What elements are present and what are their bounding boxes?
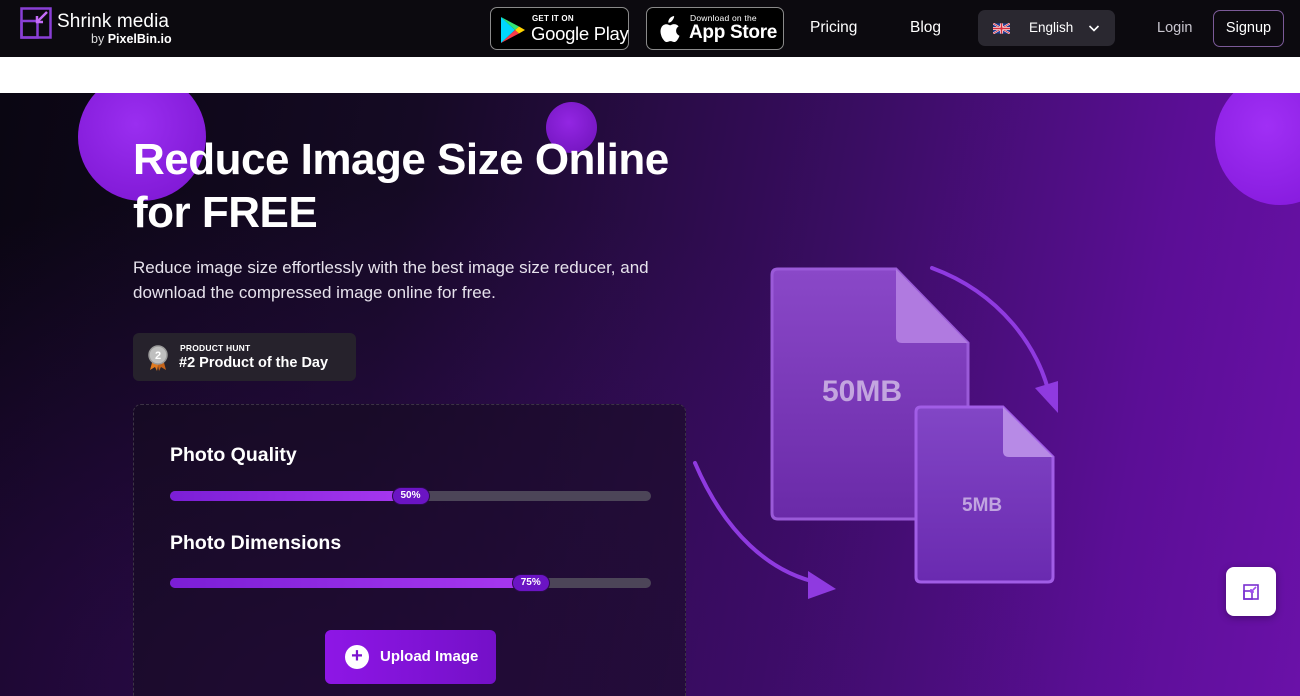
top-navbar: Shrink media by PixelBin.io GET IT ON Go…	[0, 0, 1300, 57]
floating-action-button[interactable]	[1226, 567, 1276, 616]
photo-quality-fill	[170, 491, 411, 501]
arrowhead-top	[1035, 381, 1058, 413]
arrowhead-bottom	[808, 571, 836, 599]
small-file-fold	[1003, 407, 1053, 457]
brand-byline: by PixelBin.io	[91, 32, 172, 46]
uk-flag-icon	[993, 23, 1010, 34]
brand-byline-name: PixelBin.io	[107, 32, 172, 46]
hero-section: Reduce Image Size Online for FREE Reduce…	[0, 93, 1300, 696]
signup-button[interactable]: Signup	[1213, 10, 1284, 47]
medal-number: 2	[155, 350, 161, 362]
product-hunt-big-text: #2 Product of the Day	[179, 355, 329, 371]
google-play-small-text: GET IT ON	[532, 14, 574, 23]
upload-image-button[interactable]: + Upload Image	[325, 630, 496, 684]
hero-description: Reduce image size effortlessly with the …	[133, 258, 649, 302]
language-label: English	[1029, 20, 1074, 35]
photo-dimensions-fill	[170, 578, 531, 588]
apple-icon	[660, 16, 680, 43]
google-play-icon	[501, 17, 525, 43]
photo-quality-thumb[interactable]: 50%	[391, 487, 430, 505]
brand-byline-prefix: by	[91, 32, 108, 46]
nav-pricing-link[interactable]: Pricing	[810, 19, 857, 37]
google-play-badge[interactable]: GET IT ON Google Play	[490, 7, 629, 50]
chevron-down-icon	[1088, 25, 1100, 32]
photo-dimensions-thumb[interactable]: 75%	[511, 574, 550, 592]
shrink-media-logo-icon	[20, 7, 52, 39]
photo-dimensions-slider[interactable]: 75%	[170, 574, 651, 592]
nav-blog-link[interactable]: Blog	[910, 19, 941, 37]
brand-name: Shrink media	[57, 11, 170, 32]
page-title-line2: for FREE	[133, 188, 318, 237]
photo-dimensions-label: Photo Dimensions	[170, 532, 342, 554]
large-file-size-label: 50MB	[822, 375, 903, 408]
announcement-band	[0, 57, 1300, 93]
app-store-big-text: App Store	[689, 22, 778, 43]
compression-illustration: 50MB 5MB	[680, 253, 1100, 693]
login-link[interactable]: Login	[1157, 20, 1192, 36]
language-selector[interactable]: English	[978, 10, 1115, 46]
small-file-size-label: 5MB	[962, 495, 1003, 516]
compressor-panel: Photo Quality 50% Photo Dimensions 75% +…	[133, 404, 686, 696]
google-play-big-text: Google Play	[531, 23, 629, 44]
plus-icon: +	[345, 645, 369, 669]
brand-logo[interactable]: Shrink media by PixelBin.io	[20, 7, 200, 51]
medal-icon: 2	[148, 345, 168, 371]
upload-image-label: Upload Image	[380, 648, 479, 665]
app-store-badge[interactable]: Download on the App Store	[646, 7, 784, 50]
photo-quality-slider[interactable]: 50%	[170, 487, 651, 505]
files-graphic	[693, 266, 1058, 599]
page-title-line1: Reduce Image Size Online	[133, 135, 669, 184]
shrink-icon	[1243, 584, 1259, 600]
photo-quality-label: Photo Quality	[170, 444, 297, 466]
page-title: Reduce Image Size Online for FREE	[133, 133, 733, 239]
product-hunt-small-text: PRODUCT HUNT	[180, 343, 251, 353]
product-hunt-badge[interactable]: 2 PRODUCT HUNT #2 Product of the Day	[133, 333, 356, 381]
